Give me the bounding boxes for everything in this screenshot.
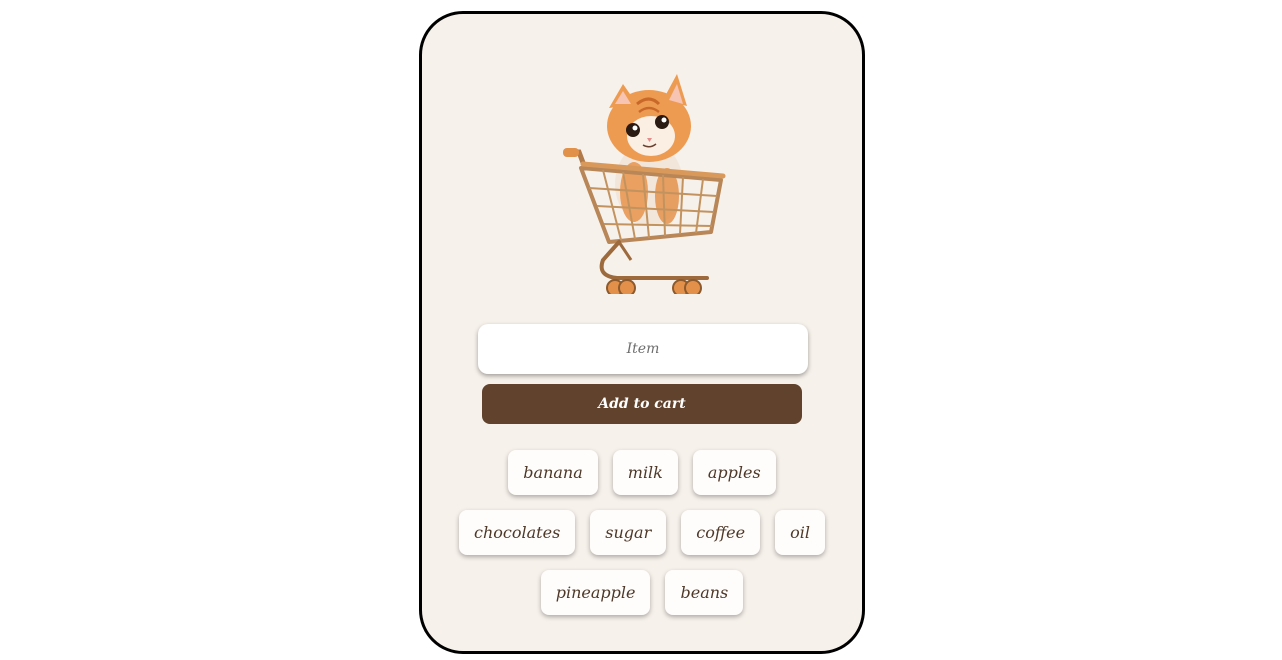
cart-item-oil[interactable]: oil — [775, 510, 825, 555]
cart-item-sugar[interactable]: sugar — [590, 510, 667, 555]
add-to-cart-button[interactable]: Add to cart — [482, 384, 802, 424]
cart-item-apples[interactable]: apples — [692, 450, 776, 495]
kitten-in-cart-illustration — [563, 74, 726, 294]
cart-item-beans[interactable]: beans — [665, 570, 744, 615]
cart-items-row: banana milk apples — [452, 450, 832, 495]
cart-item-milk[interactable]: milk — [612, 450, 678, 495]
cart-item-banana[interactable]: banana — [508, 450, 598, 495]
cart-item-coffee[interactable]: coffee — [681, 510, 761, 555]
shopping-cart-card: Add to cart banana milk apples chocolate… — [419, 11, 865, 654]
item-input[interactable] — [478, 324, 808, 374]
cart-items-row: pineapple beans — [452, 570, 832, 615]
cart-item-pineapple[interactable]: pineapple — [540, 570, 651, 615]
cart-items-row: chocolates sugar coffee oil — [452, 510, 832, 555]
cart-item-chocolates[interactable]: chocolates — [459, 510, 576, 555]
cart-items-list: banana milk apples chocolates sugar coff… — [452, 450, 832, 630]
